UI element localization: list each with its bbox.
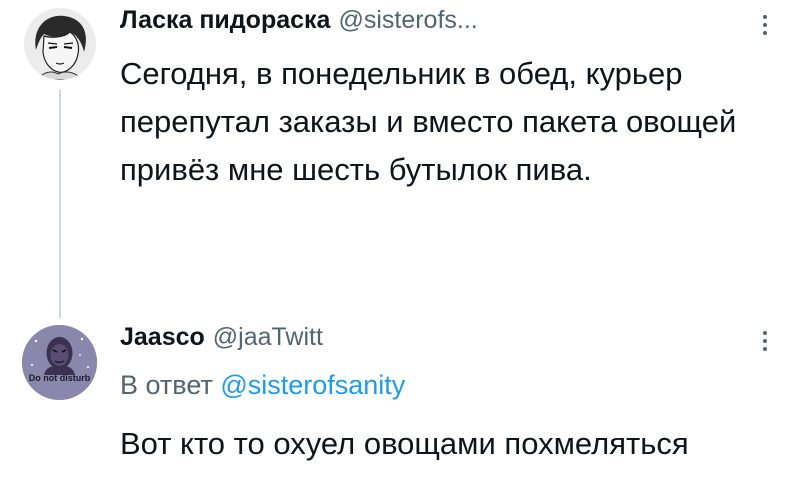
user-avatar[interactable] [24,8,96,80]
avatar-wookiee-icon [22,325,97,400]
user-avatar[interactable]: Do not disturb [22,325,97,400]
display-name[interactable]: Jaasco [120,323,205,352]
reply-context: В ответ @sisterofsanity [120,370,405,401]
avatar-caption: Do not disturb [28,373,91,383]
tweet-header: Ласка пидораска @sisterofs... [120,6,478,35]
more-options-icon[interactable] [760,15,770,35]
display-name[interactable]: Ласка пидораска [120,6,330,35]
more-options-icon[interactable] [760,331,770,351]
reply-prefix: В ответ [120,370,213,400]
thread-connector-line [59,90,61,318]
tweet-text: Вот кто то охуел овощами похмеляться [120,426,689,461]
tweet-text: Сегодня, в понедельник в обед, курьер пе… [120,56,737,187]
avatar-sketch-icon [24,8,96,80]
user-handle[interactable]: @sisterofs... [338,6,477,35]
user-handle[interactable]: @jaaTwitt [213,323,323,352]
reply-mention-link[interactable]: @sisterofsanity [220,370,405,400]
tweet-1[interactable]: Ласка пидораска @sisterofs... Сегодня, в… [0,0,800,318]
tweet-header: Jaasco @jaaTwitt [120,323,323,352]
